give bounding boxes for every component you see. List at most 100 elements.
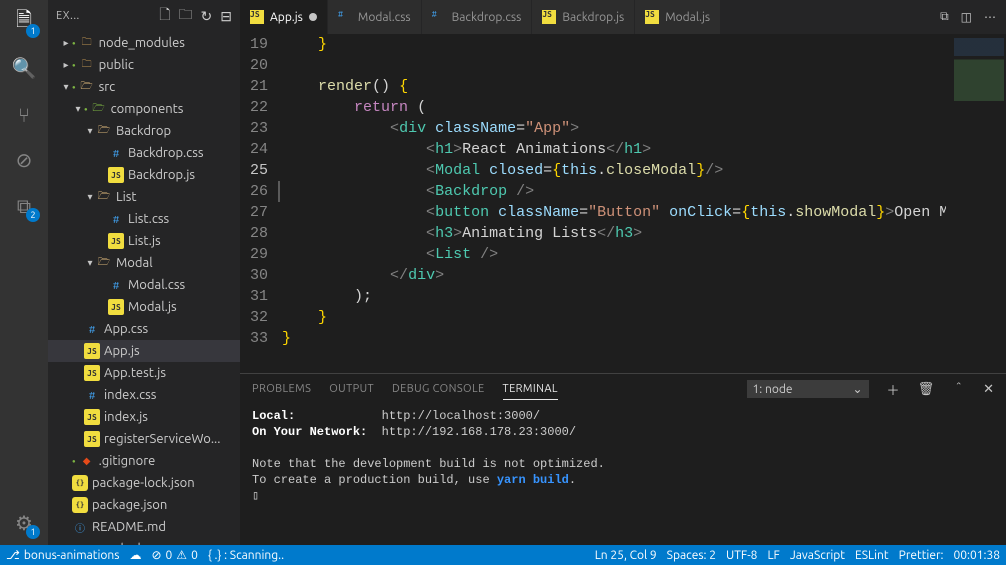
css-icon: # [108,145,124,161]
tree-item[interactable]: JSApp.test.js [48,362,240,384]
editor-tab[interactable]: #Modal.css [328,0,422,34]
panel-tab-terminal[interactable]: TERMINAL [503,379,558,400]
line-gutter: 192021222324252627282930313233 [240,34,282,373]
code-content[interactable]: } render() { return ( <div className="Ap… [282,34,946,373]
tree-item-label: Backdrop [116,124,171,138]
extensions-icon[interactable]: ⧉2 [10,192,38,220]
code-line[interactable]: <List /> [282,244,946,265]
tree-item[interactable]: ◉yarn.lock [48,538,240,545]
tree-item[interactable]: JSModal.js [48,296,240,318]
code-line[interactable]: <Modal closed={this.closeModal}/> [282,160,946,181]
tree-item[interactable]: {}package-lock.json [48,472,240,494]
search-icon[interactable]: 🔍 [10,54,38,82]
code-line[interactable]: <h1>React Animations</h1> [282,139,946,160]
status-branch[interactable]: ⎇ bonus-animations [6,548,119,562]
code-line[interactable]: <h3>Animating Lists</h3> [282,223,946,244]
status-lncol[interactable]: Ln 25, Col 9 [595,549,657,562]
status-language[interactable]: JavaScript [790,549,845,562]
tree-item[interactable]: #App.css [48,318,240,340]
panel-tab-output[interactable]: OUTPUT [329,379,374,399]
close-panel-icon[interactable]: ✕ [983,382,994,397]
code-line[interactable]: render() { [282,76,946,97]
status-encoding[interactable]: UTF-8 [726,549,757,562]
refresh-icon[interactable]: ↻ [201,8,213,25]
tree-item[interactable]: ⓘREADME.md [48,516,240,538]
tree-item-label: index.js [104,410,148,424]
code-line[interactable]: <div className="App"> [282,118,946,139]
tree-item-label: Modal [116,256,153,270]
new-file-icon[interactable]: 🗋 [159,4,170,28]
tabs-row: JSApp.js#Modal.css#Backdrop.cssJSBackdro… [240,0,1006,34]
code-line[interactable] [282,55,946,76]
tree-item[interactable]: #index.css [48,384,240,406]
tree-item[interactable]: #Modal.css [48,274,240,296]
minimap[interactable] [946,34,1006,373]
settings-gear-icon[interactable]: ⚙1 [10,509,38,537]
term-network-url: http://192.168.178.23:3000/ [382,425,576,439]
tab-label: App.js [270,11,303,24]
folder-comp-icon: 🗁 [91,101,107,117]
editor-tab[interactable]: JSModal.js [635,0,721,34]
status-scanning[interactable]: { .} : Scanning.. [208,549,284,562]
tree-item[interactable]: {}package.json [48,494,240,516]
code-line[interactable]: return ( [282,97,946,118]
more-actions-icon[interactable]: ⋯ [984,10,996,24]
activity-bar: 🗎1 🔍 ⑂ ⊘ ⧉2 ⚙1 [0,0,48,545]
split-editor-icon[interactable]: ◫ [961,10,972,24]
code-line[interactable]: </div> [282,265,946,286]
explorer-icon[interactable]: 🗎1 [10,8,38,36]
tree-item[interactable]: JSregisterServiceWo... [48,428,240,450]
new-folder-icon[interactable]: 🗀 [179,4,193,28]
dirty-indicator-icon [309,13,317,21]
extensions-badge: 2 [26,208,40,222]
code-editor[interactable]: 192021222324252627282930313233 } render(… [240,34,946,373]
tree-item[interactable]: JSBackdrop.js [48,164,240,186]
compare-icon[interactable]: ⧉ [940,10,949,24]
status-spaces[interactable]: Spaces: 2 [667,549,716,562]
code-line[interactable]: ); [282,286,946,307]
code-line[interactable]: <button className="Button" onClick={this… [282,202,946,223]
status-sync[interactable]: ☁ [129,548,141,562]
tree-item[interactable]: ●◆.gitignore [48,450,240,472]
tree-item[interactable]: ▾●🗁src [48,76,240,98]
status-eol[interactable]: LF [767,549,779,562]
tree-item[interactable]: JSList.js [48,230,240,252]
editor-tab[interactable]: JSApp.js [240,0,328,34]
status-prettier[interactable]: Prettier: [899,549,944,562]
code-line[interactable]: } [282,328,946,349]
terminal-body[interactable]: Local: http://localhost:3000/ On Your Ne… [240,404,1006,545]
editor-tab[interactable]: JSBackdrop.js [532,0,635,34]
tree-item[interactable]: JSApp.js [48,340,240,362]
tree-item[interactable]: ▸●🗀node_modules [48,32,240,54]
file-tree[interactable]: ▸●🗀node_modules▸●🗀public▾●🗁src▾●🗁compone… [48,32,240,545]
source-control-icon[interactable]: ⑂ [10,100,38,128]
tree-item[interactable]: ▾🗁Modal [48,252,240,274]
tree-item-label: List [116,190,137,204]
editor-tab[interactable]: #Backdrop.css [422,0,533,34]
tree-item[interactable]: #Backdrop.css [48,142,240,164]
code-line[interactable]: <Backdrop /> [282,181,946,202]
code-line[interactable]: } [282,307,946,328]
new-terminal-icon[interactable]: ＋ [887,380,900,399]
tree-item[interactable]: #List.css [48,208,240,230]
panel-tab-problems[interactable]: PROBLEMS [252,379,311,399]
tree-item[interactable]: JSindex.js [48,406,240,428]
tree-item[interactable]: ▾🗁Backdrop [48,120,240,142]
tree-item[interactable]: ▸●🗀public [48,54,240,76]
sidebar-title: EX... [56,10,151,22]
tab-actions: ⧉ ◫ ⋯ [930,10,1006,24]
tree-item[interactable]: ▾●🗁components [48,98,240,120]
terminal-selector[interactable]: 1: node⌄ [747,380,869,398]
status-problems[interactable]: ⊘ 0 ⚠ 0 [151,548,197,562]
debug-icon[interactable]: ⊘ [10,146,38,174]
collapse-all-icon[interactable]: ⊟ [220,8,232,25]
code-line[interactable]: } [282,34,946,55]
tree-item[interactable]: ▾🗁List [48,186,240,208]
kill-terminal-icon[interactable]: 🗑 [918,382,935,397]
folder-open-icon: 🗁 [96,123,112,139]
maximize-panel-icon[interactable]: ＾ [952,380,965,399]
status-eslint[interactable]: ESLint [855,549,889,562]
panel-tab-debug-console[interactable]: DEBUG CONSOLE [392,379,485,399]
folder-open-icon: 🗁 [96,189,112,205]
css-icon: # [108,211,124,227]
